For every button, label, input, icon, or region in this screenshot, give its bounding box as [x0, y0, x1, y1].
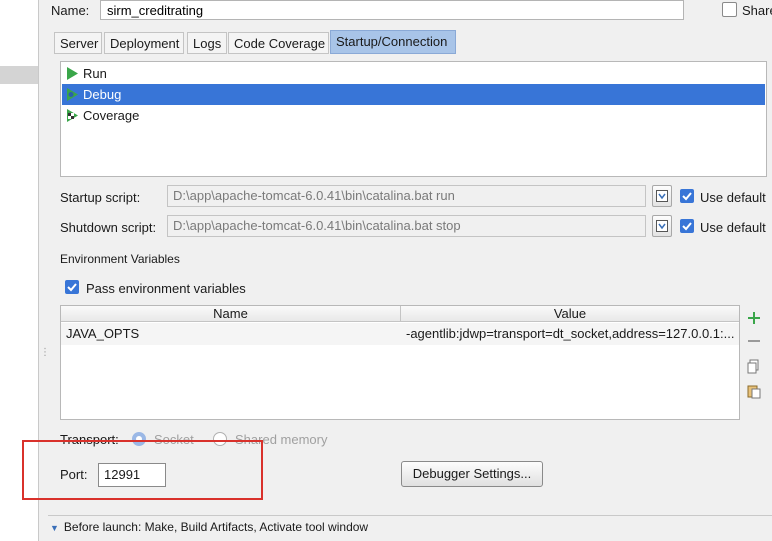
- expand-triangle-icon: ▼: [50, 523, 59, 533]
- name-input[interactable]: [100, 0, 684, 20]
- shutdown-script-field[interactable]: D:\app\apache-tomcat-6.0.41\bin\catalina…: [167, 215, 646, 237]
- configuration-tree-selected-item[interactable]: [0, 66, 38, 84]
- tab-startup-connection[interactable]: Startup/Connection: [330, 30, 456, 54]
- startup-script-field[interactable]: D:\app\apache-tomcat-6.0.41\bin\catalina…: [167, 185, 646, 207]
- mode-label-run: Run: [83, 66, 107, 81]
- before-launch-toggle[interactable]: ▼ Before launch: Make, Build Artifacts, A…: [50, 520, 368, 534]
- shutdown-script-browse-button[interactable]: [652, 215, 672, 237]
- debug-icon: [67, 88, 78, 101]
- tab-server[interactable]: Server: [54, 32, 102, 54]
- name-label: Name:: [51, 3, 90, 18]
- mode-item-run[interactable]: Run: [62, 63, 765, 84]
- shutdown-script-label: Shutdown script:: [60, 220, 157, 235]
- shutdown-use-default-label: Use default: [700, 220, 766, 235]
- share-label: Share: [742, 3, 772, 18]
- tab-logs[interactable]: Logs: [187, 32, 227, 54]
- coverage-icon: [67, 109, 78, 122]
- paste-icon[interactable]: [746, 383, 762, 399]
- add-icon[interactable]: [746, 310, 762, 326]
- separator: [48, 515, 772, 516]
- env-row-value[interactable]: -agentlib:jdwp=transport=dt_socket,addre…: [406, 324, 736, 344]
- check-icon: [682, 222, 692, 231]
- mode-item-coverage[interactable]: Coverage: [62, 105, 765, 126]
- browse-icon: [656, 190, 668, 202]
- browse-icon: [656, 220, 668, 232]
- column-header-name[interactable]: Name: [61, 306, 401, 322]
- splitter-handle[interactable]: ⋮: [40, 348, 50, 362]
- startup-script-label: Startup script:: [60, 190, 141, 205]
- startup-use-default-checkbox[interactable]: [680, 189, 694, 203]
- column-header-value[interactable]: Value: [401, 306, 739, 322]
- debugger-settings-button[interactable]: Debugger Settings...: [401, 461, 543, 487]
- env-variables-title: Environment Variables: [60, 252, 180, 266]
- check-icon: [67, 283, 77, 292]
- startup-script-browse-button[interactable]: [652, 185, 672, 207]
- mode-label-debug: Debug: [83, 87, 122, 102]
- remove-icon[interactable]: [746, 333, 762, 349]
- copy-icon[interactable]: [746, 359, 762, 375]
- run-icon: [67, 67, 78, 80]
- before-launch-label: Before launch: Make, Build Artifacts, Ac…: [63, 520, 369, 534]
- pass-env-label: Pass environment variables: [86, 281, 246, 296]
- mode-item-debug[interactable]: Debug: [62, 84, 765, 105]
- env-variables-table[interactable]: Name Value JAVA_OPTS -agentlib:jdwp=tran…: [60, 305, 740, 420]
- pass-env-checkbox[interactable]: [65, 280, 79, 294]
- startup-use-default-label: Use default: [700, 190, 766, 205]
- launch-mode-list[interactable]: Run Debug Coverage: [60, 61, 767, 177]
- share-checkbox[interactable]: [722, 2, 737, 17]
- highlight-annotation-box: [22, 440, 263, 500]
- tab-deployment[interactable]: Deployment: [104, 32, 184, 54]
- check-icon: [682, 192, 692, 201]
- tab-code-coverage[interactable]: Code Coverage: [228, 32, 329, 54]
- shutdown-use-default-checkbox[interactable]: [680, 219, 694, 233]
- mode-label-coverage: Coverage: [83, 108, 140, 123]
- env-row-name[interactable]: JAVA_OPTS: [66, 324, 396, 344]
